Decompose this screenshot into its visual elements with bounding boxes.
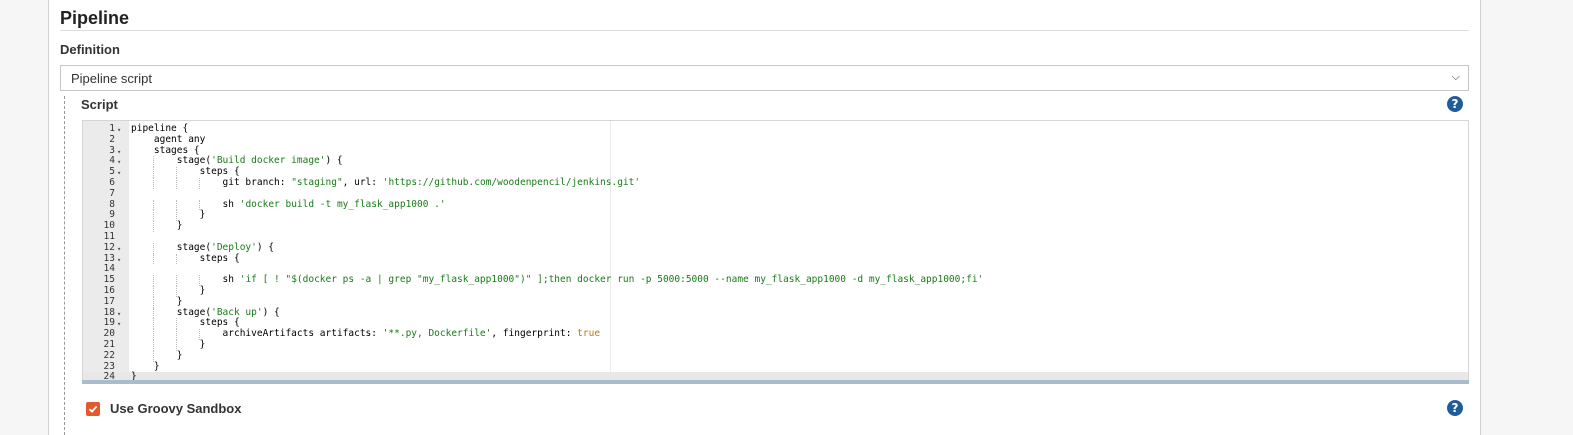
code-line[interactable]: 1 ▾ pipeline { — [83, 123, 1468, 135]
code-text: sh 'if [ ! "$(docker ps -a | grep "my_fl… — [131, 274, 983, 286]
definition-selected-value: Pipeline script — [71, 71, 152, 86]
pipeline-panel: Pipeline Definition Pipeline script ⌵ Sc… — [48, 0, 1481, 435]
code-line[interactable]: 12 ▾ stage('Deploy') { — [83, 241, 1468, 254]
line-number: 2 — [109, 133, 115, 145]
section-divider — [60, 30, 1469, 31]
code-text: git branch: "staging", url: 'https://git… — [131, 177, 640, 189]
code-text: stage('Deploy') { — [152, 241, 275, 254]
groovy-sandbox-label: Use Groovy Sandbox — [110, 401, 242, 416]
help-icon[interactable]: ? — [1447, 400, 1463, 416]
code-line[interactable]: 11 — [83, 231, 1468, 243]
chevron-down-icon: ⌵ — [1451, 71, 1460, 83]
line-number: 12 — [103, 241, 115, 253]
code-text: steps { — [131, 253, 240, 265]
code-lines[interactable]: 1 ▾ pipeline {2 agent any 3 ▾ stages {4 ▾ sta… — [83, 123, 1468, 383]
groovy-sandbox-checkbox[interactable] — [86, 402, 100, 416]
code-line[interactable]: 22 } — [83, 349, 1468, 362]
code-line[interactable]: 10 } — [83, 220, 1468, 232]
code-line[interactable]: 13 ▾ steps { — [83, 253, 1468, 265]
script-editor[interactable]: 1 ▾ pipeline {2 agent any 3 ▾ stages {4 ▾ sta… — [82, 120, 1469, 384]
code-line[interactable]: 17 } — [83, 295, 1468, 308]
line-number: 7 — [109, 187, 115, 199]
code-line[interactable]: 23 } — [83, 361, 1468, 373]
code-line[interactable]: 18 ▾ stage('Back up') { — [83, 307, 1468, 319]
line-number: 22 — [103, 349, 115, 361]
editor-resize-handle[interactable] — [82, 380, 1469, 384]
code-line[interactable]: 8 sh 'docker build -t my_flask_app1000 .… — [83, 199, 1468, 211]
code-line[interactable]: 20 archiveArtifacts artifacts: '**.py, D… — [83, 328, 1468, 340]
nesting-guide — [64, 96, 65, 435]
definition-select[interactable]: Pipeline script ⌵ — [60, 65, 1469, 91]
code-line[interactable]: 6 git branch: "staging", url: 'https://g… — [83, 177, 1468, 189]
section-title: Pipeline — [60, 8, 130, 28]
script-label: Script — [81, 97, 118, 112]
code-text: } — [152, 295, 183, 308]
code-line[interactable]: 16 } — [83, 285, 1468, 297]
help-icon[interactable]: ? — [1447, 96, 1463, 112]
code-text: agent any — [131, 133, 206, 145]
code-text: } — [152, 349, 183, 362]
code-text: } — [152, 220, 183, 232]
code-line[interactable]: 21 } — [83, 339, 1468, 351]
definition-label: Definition — [60, 42, 120, 57]
checkmark-icon — [88, 405, 98, 413]
line-number: 17 — [103, 295, 115, 307]
code-line[interactable]: 9 } — [83, 210, 1468, 222]
code-line[interactable]: 4 ▾ stage('Build docker image') { — [83, 155, 1468, 168]
code-line[interactable]: 15 sh 'if [ ! "$(docker ps -a | grep "my… — [83, 274, 1468, 286]
code-line[interactable]: 2 agent any — [83, 133, 1468, 146]
